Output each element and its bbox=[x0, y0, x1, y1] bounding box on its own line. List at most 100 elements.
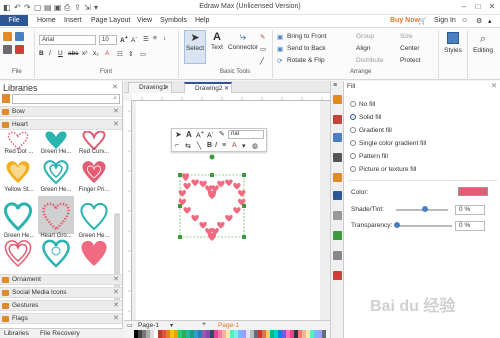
tab-drawing2[interactable]: Drawing2 ✕ bbox=[184, 82, 232, 93]
library-section-flags[interactable]: Flags ✕ bbox=[0, 313, 122, 324]
close-section-icon[interactable]: ✕ bbox=[113, 275, 119, 285]
bullets-icon[interactable]: ☰ bbox=[143, 35, 149, 43]
note-panel-icon[interactable] bbox=[333, 251, 342, 260]
group-button[interactable]: Group bbox=[356, 33, 374, 40]
settings-icon[interactable]: ⚙ bbox=[476, 17, 482, 25]
attachment-panel-icon[interactable] bbox=[333, 231, 342, 240]
radio-button[interactable] bbox=[350, 127, 356, 133]
styles-button[interactable]: Styles bbox=[441, 32, 465, 54]
menu-help[interactable]: Help bbox=[195, 17, 209, 24]
connector-icon[interactable]: ⌐ bbox=[175, 142, 179, 149]
shape-pink-double-heart[interactable] bbox=[4, 240, 32, 268]
menu-home[interactable]: Home bbox=[37, 17, 56, 24]
align-button[interactable]: Align bbox=[356, 45, 370, 52]
panel-toggle-icon[interactable]: ≡ bbox=[333, 82, 337, 89]
bring-to-front-button[interactable]: Bring to Front bbox=[287, 33, 326, 40]
library-search-input[interactable]: ⌕ bbox=[12, 94, 120, 104]
library-section-social-media[interactable]: Social Media Icons ✕ bbox=[0, 287, 122, 298]
pen-tool-icon[interactable]: ✎ bbox=[260, 33, 265, 41]
fill-color-picker[interactable] bbox=[458, 187, 488, 196]
page-menu-icon[interactable]: ▾ bbox=[170, 322, 173, 329]
copy-icon[interactable] bbox=[15, 32, 24, 41]
library-section-ornament[interactable]: Ornament ✕ bbox=[0, 274, 122, 285]
line-tool-icon[interactable]: ╱ bbox=[260, 57, 264, 65]
font-name-select[interactable]: Arial bbox=[39, 35, 96, 45]
shape-red-dot-heart[interactable] bbox=[7, 131, 29, 151]
tab-file-recovery[interactable]: File Recovery bbox=[40, 330, 80, 337]
selected-heart-group-shape[interactable] bbox=[176, 151, 248, 243]
superscript-icon[interactable]: x² bbox=[82, 50, 87, 57]
color-palette[interactable] bbox=[134, 330, 330, 338]
layers-panel-icon[interactable] bbox=[333, 191, 342, 200]
font-color-icon[interactable]: A bbox=[105, 50, 109, 57]
underline-icon[interactable]: U bbox=[58, 50, 63, 57]
shape-yellow-star-heart[interactable] bbox=[6, 161, 30, 183]
shrink-font-icon[interactable]: A- bbox=[207, 130, 214, 139]
shape-teal-lace-heart[interactable] bbox=[42, 239, 70, 268]
flip-icon[interactable]: ⇆ bbox=[185, 142, 191, 150]
bold-icon[interactable]: B bbox=[207, 142, 212, 149]
font-color-icon[interactable]: A bbox=[232, 142, 237, 149]
strikethrough-icon[interactable]: abc bbox=[68, 50, 78, 57]
subscript-icon[interactable]: x₂ bbox=[93, 50, 99, 57]
fill-option-gradient[interactable]: Gradient fill bbox=[350, 127, 392, 134]
bold-icon[interactable]: B bbox=[39, 50, 44, 57]
library-section-heart[interactable]: Heart ✕ bbox=[0, 119, 122, 130]
tab-libraries[interactable]: Libraries bbox=[4, 330, 29, 337]
maximize-button[interactable]: □ bbox=[472, 2, 484, 11]
radio-button[interactable] bbox=[350, 101, 356, 107]
fill-option-single-gradient[interactable]: Single color gradient fill bbox=[350, 140, 426, 147]
comment-panel-icon[interactable] bbox=[333, 271, 342, 280]
library-section-bow[interactable]: Bow ✕ bbox=[0, 106, 122, 117]
close-section-icon[interactable]: ✕ bbox=[113, 301, 119, 311]
cut-icon[interactable] bbox=[3, 32, 12, 41]
shape-green-heart-outline[interactable] bbox=[3, 202, 33, 232]
line-spacing-icon[interactable]: ⇕ bbox=[128, 50, 133, 58]
line-icon[interactable]: ╲ bbox=[197, 142, 201, 150]
align-icon[interactable]: ≡ bbox=[222, 142, 226, 149]
library-menu-icon[interactable] bbox=[2, 94, 10, 103]
format-painter-icon[interactable] bbox=[15, 45, 24, 54]
italic-icon[interactable]: I bbox=[49, 50, 51, 57]
image-panel-icon[interactable] bbox=[333, 173, 342, 182]
radio-button[interactable] bbox=[350, 114, 356, 120]
close-panel-icon[interactable]: ✕ bbox=[112, 83, 118, 91]
grow-font-icon[interactable]: A+ bbox=[120, 35, 128, 44]
grow-font-icon[interactable]: A+ bbox=[196, 130, 204, 139]
shape-green-heart-thin[interactable] bbox=[80, 202, 108, 231]
bullet-list-icon[interactable]: ☷ bbox=[117, 50, 123, 58]
page-tab-1[interactable]: Page-1 bbox=[138, 322, 159, 329]
buy-now-link[interactable]: Buy Now bbox=[390, 17, 420, 24]
shape-green-heart-1[interactable] bbox=[45, 131, 67, 149]
add-page-icon[interactable]: + bbox=[202, 321, 206, 328]
fill-option-solid[interactable]: Solid fill bbox=[350, 114, 381, 121]
menu-symbols[interactable]: Symbols bbox=[160, 17, 187, 24]
select-tool-button[interactable]: ➤ Select bbox=[184, 30, 206, 64]
user-icon[interactable]: ☺ bbox=[461, 17, 468, 24]
format-painter-icon[interactable]: ✎ bbox=[219, 130, 225, 138]
close-section-icon[interactable]: ✕ bbox=[113, 120, 119, 130]
collapse-ribbon-icon[interactable]: ▴ bbox=[488, 17, 492, 25]
sign-in-link[interactable]: Sign In bbox=[434, 17, 456, 24]
search-icon[interactable]: ⌕ bbox=[113, 95, 117, 103]
editing-button[interactable]: ⌕ Editing bbox=[469, 32, 497, 54]
cart-icon[interactable]: 🛒 bbox=[418, 17, 427, 25]
library-section-gestures[interactable]: Gestures ✕ bbox=[0, 300, 122, 311]
radio-button[interactable] bbox=[350, 153, 356, 159]
shape-red-curve-heart[interactable] bbox=[82, 131, 106, 151]
rotate-handle[interactable] bbox=[209, 154, 215, 160]
close-section-icon[interactable]: ✕ bbox=[113, 314, 119, 324]
menu-file[interactable]: File bbox=[0, 15, 28, 26]
shape-green-spiral-heart[interactable] bbox=[43, 160, 69, 185]
connector-tool-button[interactable]: ⤷ Connector bbox=[228, 30, 258, 64]
paint-bucket-icon[interactable]: ◍ bbox=[252, 142, 258, 150]
close-tab-icon[interactable]: ✕ bbox=[164, 83, 169, 93]
mini-font-select[interactable]: rial bbox=[228, 130, 264, 139]
close-section-icon[interactable]: ✕ bbox=[113, 107, 119, 117]
italic-icon[interactable]: I bbox=[215, 142, 217, 149]
text-icon[interactable]: A bbox=[186, 130, 192, 139]
center-button[interactable]: Center bbox=[400, 45, 420, 52]
transparency-slider-thumb[interactable] bbox=[394, 222, 400, 228]
send-to-back-button[interactable]: Send to Back bbox=[287, 45, 326, 52]
shade-slider-thumb[interactable] bbox=[422, 206, 428, 212]
